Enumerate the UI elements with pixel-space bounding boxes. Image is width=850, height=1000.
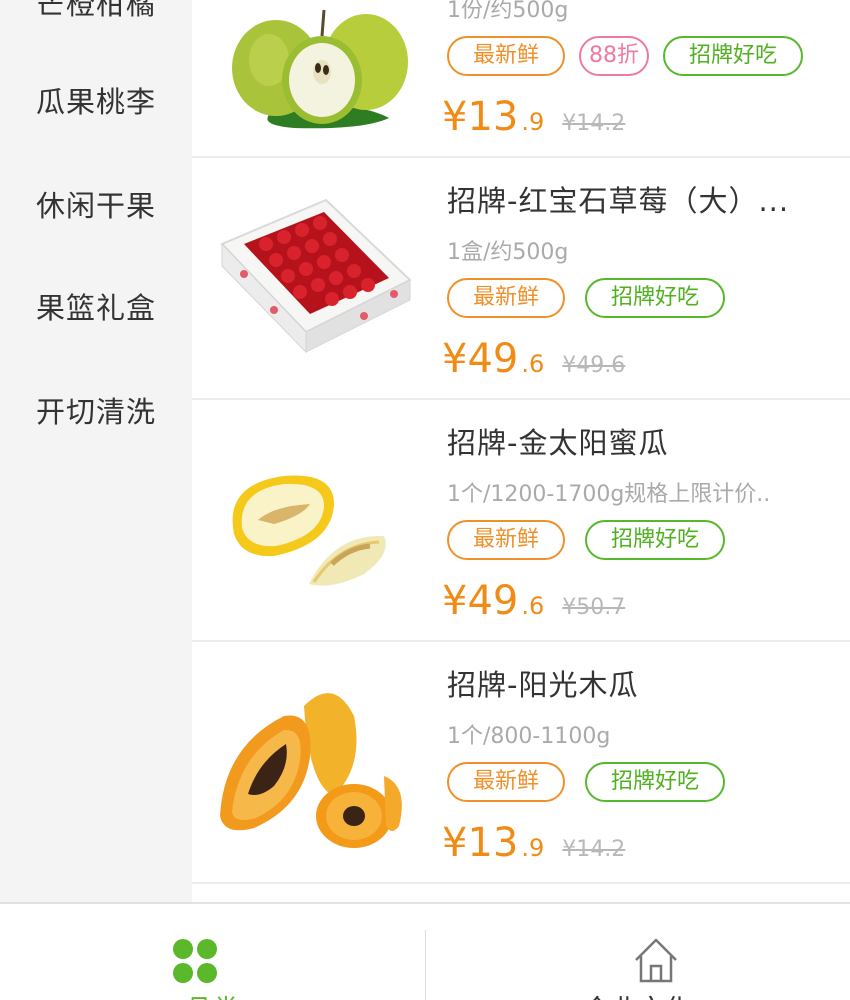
product-card-papaya[interactable]: 招牌-阳光木瓜 1个/800-1100g 最新鲜 招牌好吃 ¥13.9 ¥14.2 xyxy=(192,642,850,884)
sidebar-item-label: 瓜果桃李 xyxy=(35,85,156,119)
price-decimal: .9 xyxy=(521,834,545,862)
sidebar-item-label: 芒橙柑橘 xyxy=(35,0,156,21)
signature-tag: 招牌好吃 xyxy=(585,520,726,560)
category-sidebar: 芒橙柑橘 瓜果桃李 休闲干果 果篮礼盒 开切清洗 xyxy=(0,0,192,902)
original-price: ¥50.7 xyxy=(562,595,626,620)
tab-label: 企业文化 xyxy=(425,988,850,1000)
price-decimal: .6 xyxy=(521,350,545,378)
fresh-tag: 最新鲜 xyxy=(447,762,566,802)
signature-tag: 招牌好吃 xyxy=(663,36,804,76)
product-name: 招牌-红宝石草莓（大）... xyxy=(447,184,790,218)
discount-tag: 88折 xyxy=(579,36,650,76)
fresh-tag: 最新鲜 xyxy=(447,36,566,76)
sidebar-item-melons[interactable]: 瓜果桃李 xyxy=(0,82,192,122)
signature-tag: 招牌好吃 xyxy=(585,278,726,318)
product-name: 招牌-金太阳蜜瓜 xyxy=(447,426,669,460)
price-integer: ¥49 xyxy=(442,336,519,382)
price-decimal: .6 xyxy=(521,592,545,620)
product-tags: 最新鲜 88折 招牌好吃 xyxy=(447,36,804,76)
sidebar-item-gift-basket[interactable]: 果篮礼盒 xyxy=(0,288,192,328)
melon-icon xyxy=(232,475,386,586)
product-spec: 1盒/约500g xyxy=(447,240,569,265)
price-row: ¥13.9 ¥14.2 xyxy=(442,820,625,866)
price-integer: ¥13 xyxy=(442,820,519,866)
home-icon xyxy=(635,938,677,983)
fresh-tag: 最新鲜 xyxy=(447,520,566,560)
original-price: ¥14.2 xyxy=(562,111,626,136)
sidebar-item-label: 休闲干果 xyxy=(35,189,156,223)
product-tags: 最新鲜 招牌好吃 xyxy=(447,520,726,560)
fresh-tag: 最新鲜 xyxy=(447,278,566,318)
product-tags: 最新鲜 招牌好吃 xyxy=(447,278,726,318)
product-tags: 最新鲜 招牌好吃 xyxy=(447,762,726,802)
product-spec: 1个/800-1100g xyxy=(447,724,611,749)
product-name: 招牌-阳光木瓜 xyxy=(447,668,639,702)
pear-icon xyxy=(232,9,408,129)
product-card-pear[interactable]: 1份/约500g 最新鲜 88折 招牌好吃 ¥13.9 ¥14.2 xyxy=(192,0,850,158)
tab-company-culture[interactable]: 企业文化 xyxy=(425,904,850,1000)
tab-label: 品类 xyxy=(0,988,425,1000)
original-price: ¥49.6 xyxy=(562,353,626,378)
price-row: ¥49.6 ¥50.7 xyxy=(442,578,625,624)
product-card-melon[interactable]: 招牌-金太阳蜜瓜 1个/1200-1700g规格上限计价.. 最新鲜 招牌好吃 … xyxy=(192,400,850,642)
tab-category[interactable]: 品类 xyxy=(0,904,425,1000)
price-row: ¥49.6 ¥49.6 xyxy=(442,336,625,382)
price-decimal: .9 xyxy=(521,108,545,136)
price-integer: ¥13 xyxy=(442,94,519,140)
sidebar-item-cut-fruit[interactable]: 开切清洗 xyxy=(0,392,192,432)
grid-icon xyxy=(173,939,217,983)
product-spec: 1个/1200-1700g规格上限计价.. xyxy=(447,482,771,507)
papaya-icon xyxy=(220,693,402,848)
sidebar-item-label: 果篮礼盒 xyxy=(35,291,156,325)
sidebar-item-dried-fruit[interactable]: 休闲干果 xyxy=(0,186,192,226)
original-price: ¥14.2 xyxy=(562,837,626,862)
product-list: 1份/约500g 最新鲜 88折 招牌好吃 ¥13.9 ¥14.2 招牌-红宝石… xyxy=(192,0,850,902)
sidebar-item-label: 开切清洗 xyxy=(35,395,156,429)
price-row: ¥13.9 ¥14.2 xyxy=(442,94,625,140)
product-spec: 1份/约500g xyxy=(447,0,569,23)
product-card-strawberry[interactable]: 招牌-红宝石草莓（大）... 1盒/约500g 最新鲜 招牌好吃 ¥49.6 ¥4… xyxy=(192,158,850,400)
bottom-tab-bar: 品类 企业文化 xyxy=(0,902,850,1000)
strawberry-box-icon xyxy=(220,198,412,354)
sidebar-item-citrus[interactable]: 芒橙柑橘 xyxy=(0,0,192,24)
divider xyxy=(192,882,850,884)
signature-tag: 招牌好吃 xyxy=(585,762,726,802)
price-integer: ¥49 xyxy=(442,578,519,624)
